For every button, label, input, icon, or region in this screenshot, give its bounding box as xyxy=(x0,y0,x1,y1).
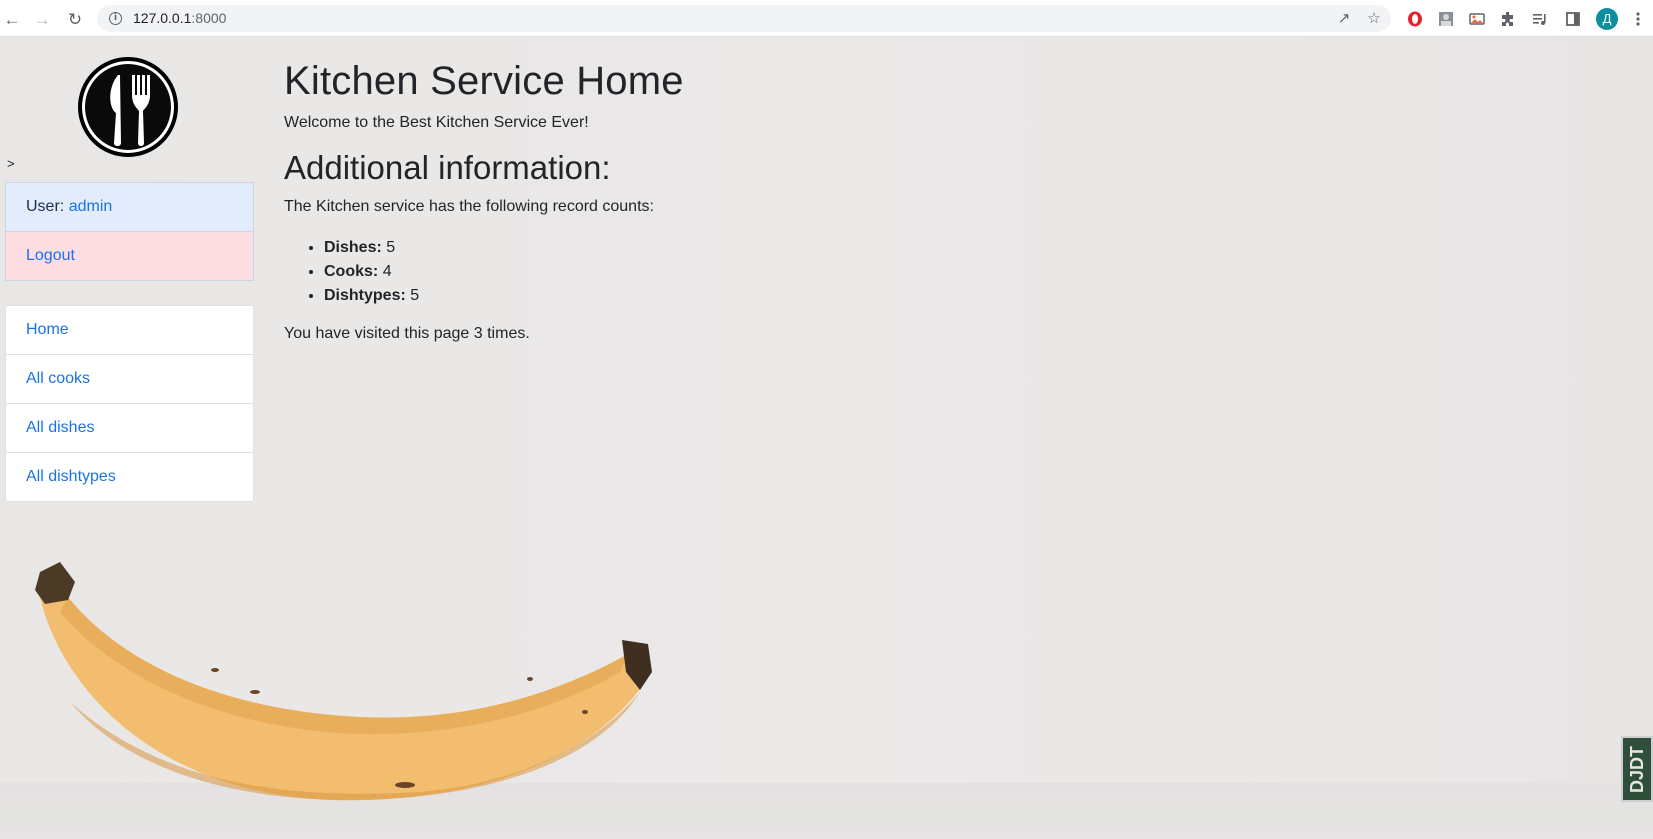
visit-counter-text: You have visited this page 3 times. xyxy=(284,325,530,342)
sidebar-item-all-dishtypes[interactable]: All dishtypes xyxy=(6,453,253,501)
fork-knife-logo-icon xyxy=(78,57,178,157)
bookmark-star-icon[interactable]: ☆ xyxy=(1364,9,1384,29)
page-title: Kitchen Service Home xyxy=(284,59,684,103)
back-arrow-icon[interactable]: ← xyxy=(1,8,23,30)
sidebar-item-label[interactable]: Home xyxy=(26,321,69,338)
sidebar-item-all-dishes[interactable]: All dishes xyxy=(6,404,253,453)
media-control-icon[interactable] xyxy=(1530,9,1550,29)
kebab-menu-icon[interactable] xyxy=(1628,9,1648,29)
count-value: 5 xyxy=(386,239,396,256)
count-label: Dishes: xyxy=(324,239,382,256)
forward-arrow-icon[interactable]: → xyxy=(31,8,53,30)
opera-extension-icon[interactable] xyxy=(1405,9,1425,29)
sidebar-item-label[interactable]: All dishes xyxy=(26,419,94,436)
user-row: User: admin xyxy=(6,183,253,232)
count-value: 4 xyxy=(382,263,392,280)
list-item: Dishtypes: 5 xyxy=(324,284,684,308)
image-extension-icon[interactable] xyxy=(1467,9,1487,29)
url-text: 127.0.0.1:8000 xyxy=(133,10,227,26)
address-bar[interactable]: i 127.0.0.1:8000 ↗ ☆ xyxy=(97,5,1391,32)
count-label: Cooks: xyxy=(324,263,379,280)
section-heading: Additional information: xyxy=(284,149,611,186)
debug-toolbar-handle[interactable]: DJDT xyxy=(1621,736,1653,802)
list-item: Cooks: 4 xyxy=(324,260,684,284)
profile-extension-icon[interactable] xyxy=(1436,9,1456,29)
sidebar-marker: > xyxy=(7,156,15,171)
list-item: Dishes: 5 xyxy=(324,236,684,260)
sidebar-item-label[interactable]: All cooks xyxy=(26,370,90,387)
logout-row[interactable]: Logout xyxy=(6,232,253,280)
main-content: Kitchen Service Home Welcome to the Best… xyxy=(284,57,684,344)
logout-link[interactable]: Logout xyxy=(26,247,75,264)
record-counts-intro: The Kitchen service has the following re… xyxy=(284,198,654,215)
sidebar-item-label[interactable]: All dishtypes xyxy=(26,468,116,485)
page-viewport: > User: admin Logout Home All cooks All … xyxy=(0,37,1653,839)
user-label: User: xyxy=(26,198,65,215)
count-value: 5 xyxy=(410,287,420,304)
welcome-text: Welcome to the Best Kitchen Service Ever… xyxy=(284,114,589,131)
record-counts-list: Dishes: 5 Cooks: 4 Dishtypes: 5 xyxy=(284,236,684,308)
profile-avatar[interactable]: Д xyxy=(1596,8,1618,30)
browser-toolbar: ← → ↻ i 127.0.0.1:8000 ↗ ☆ Д xyxy=(0,0,1653,37)
share-icon[interactable]: ↗ xyxy=(1334,9,1354,29)
banana-background-image xyxy=(35,562,652,801)
count-label: Dishtypes: xyxy=(324,287,406,304)
user-link[interactable]: admin xyxy=(69,198,113,215)
sidebar-item-home[interactable]: Home xyxy=(6,306,253,355)
sidebar-menu: Home All cooks All dishes All dishtypes xyxy=(5,305,254,502)
side-panel-icon[interactable] xyxy=(1563,9,1583,29)
sidebar-item-all-cooks[interactable]: All cooks xyxy=(6,355,253,404)
info-icon[interactable]: i xyxy=(109,12,122,25)
reload-icon[interactable]: ↻ xyxy=(64,8,86,30)
extensions-puzzle-icon[interactable] xyxy=(1498,9,1518,29)
user-panel: User: admin Logout xyxy=(5,182,254,281)
